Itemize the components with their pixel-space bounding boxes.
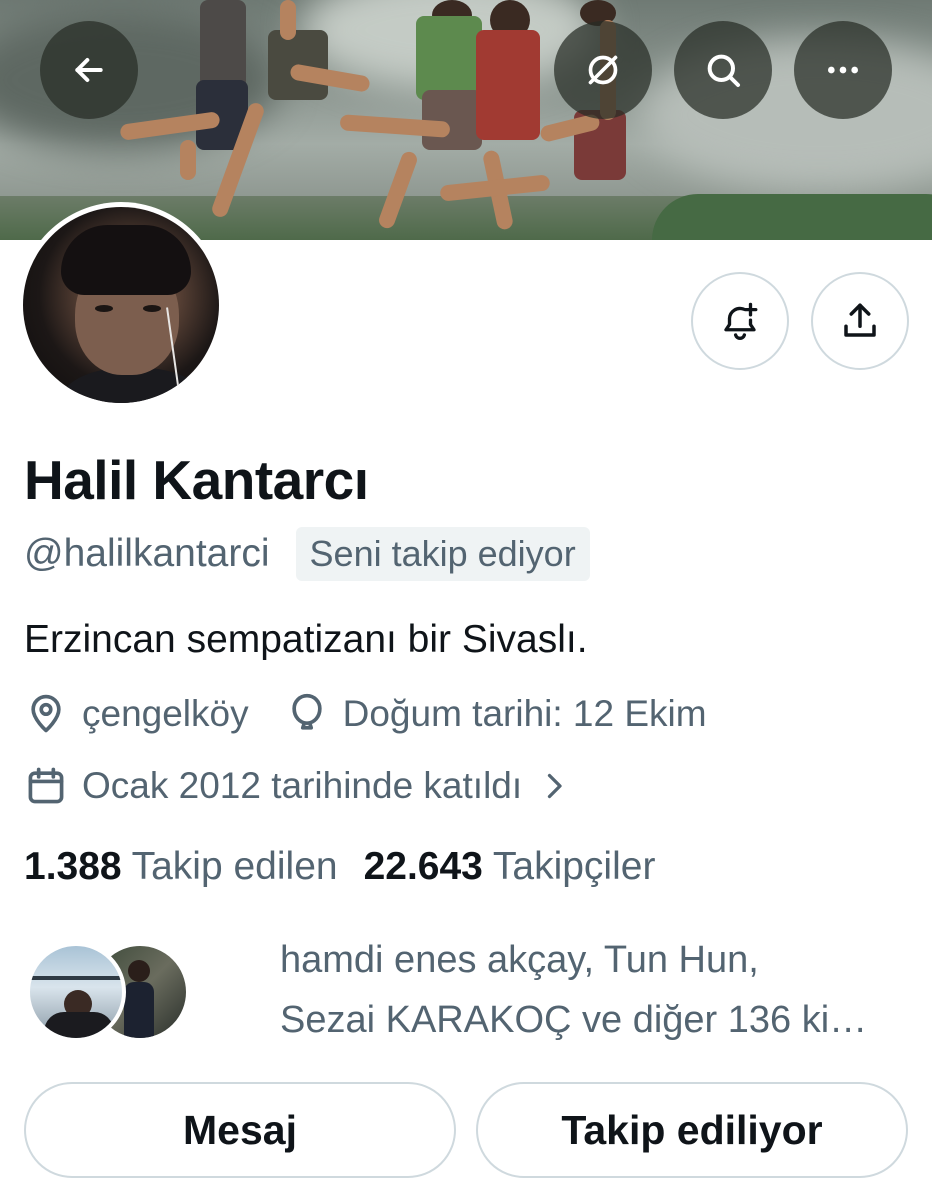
following-button[interactable]: Takip ediliyor	[476, 1082, 908, 1178]
following-label[interactable]: Takip edilen	[132, 845, 338, 889]
notifications-button[interactable]	[691, 272, 789, 370]
handle: @halilkantarci	[24, 532, 270, 575]
banner-hill	[652, 194, 932, 240]
display-name: Halil Kantarcı	[24, 449, 369, 511]
calendar-icon	[28, 767, 64, 804]
following-count[interactable]: 1.388	[24, 845, 122, 889]
message-button[interactable]: Mesaj	[24, 1082, 456, 1178]
meta-row: çengelköy Doğum tarihi: 12 Ekim	[24, 692, 707, 736]
followers-you-know-text[interactable]: hamdi enes akçay, Tun Hun, Sezai KARAKOÇ…	[280, 930, 867, 1050]
joined-date[interactable]: Ocak 2012 tarihinde katıldı	[24, 764, 572, 808]
balloon-icon	[291, 693, 322, 730]
more-icon	[828, 66, 858, 74]
follows-you-badge: Seni takip ediyor	[295, 527, 590, 581]
location-pin-icon	[31, 694, 61, 733]
follow-stats: 1.388 Takip edilen 22.643 Takipçiler	[24, 845, 655, 889]
back-button[interactable]	[40, 21, 138, 119]
avatar[interactable]	[18, 202, 224, 408]
search-icon	[707, 54, 740, 87]
bio: Erzincan sempatizanı bir Sivaslı.	[24, 618, 588, 661]
birthday: Doğum tarihi: 12 Ekim	[285, 692, 707, 736]
grok-icon	[588, 55, 618, 85]
share-icon	[844, 303, 876, 337]
handle-row: @halilkantarci Seni takip ediyor	[24, 526, 590, 582]
avatar-photo	[23, 207, 219, 403]
more-button[interactable]	[794, 21, 892, 119]
followers-count[interactable]: 22.643	[364, 845, 483, 889]
share-button[interactable]	[811, 272, 909, 370]
followers-you-know-avatars[interactable]	[26, 942, 196, 1042]
search-button[interactable]	[674, 21, 772, 119]
avatar	[26, 942, 126, 1042]
grok-button[interactable]	[554, 21, 652, 119]
arrow-left-icon	[75, 58, 103, 82]
location: çengelköy	[24, 692, 249, 736]
chevron-right-icon	[548, 773, 562, 799]
followers-label[interactable]: Takipçiler	[493, 845, 656, 889]
bell-plus-icon	[724, 302, 758, 340]
joined-row[interactable]: Ocak 2012 tarihinde katıldı	[24, 764, 572, 808]
